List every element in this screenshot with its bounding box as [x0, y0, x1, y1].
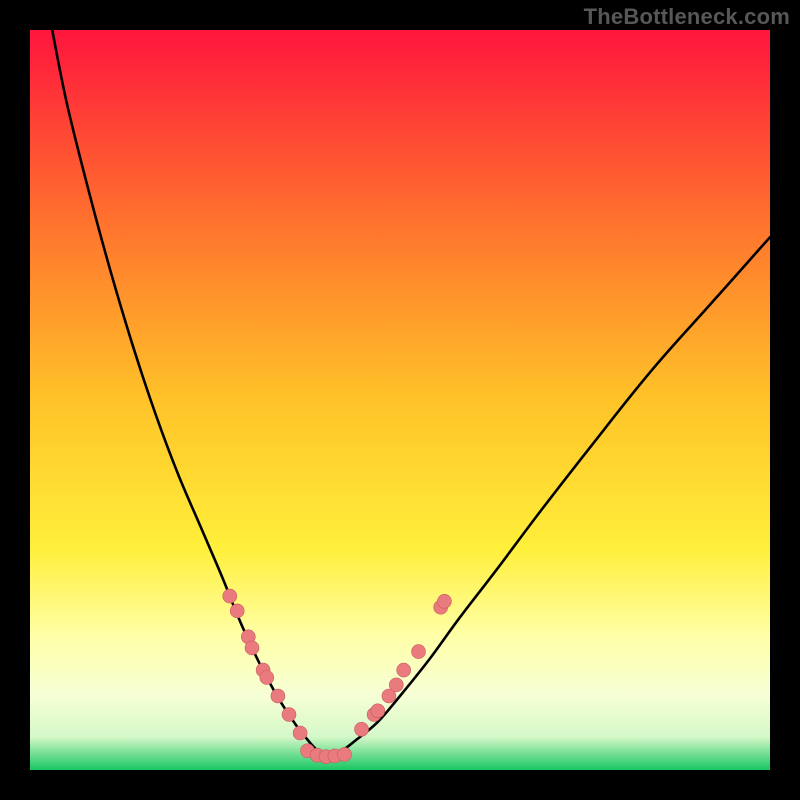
- attribution-label: TheBottleneck.com: [584, 4, 790, 30]
- data-dot: [230, 604, 244, 618]
- data-dot: [260, 671, 274, 685]
- data-dot: [437, 594, 451, 608]
- data-dot: [389, 678, 403, 692]
- data-dot: [371, 704, 385, 718]
- data-dot: [412, 645, 426, 659]
- gradient-background: [30, 30, 770, 770]
- data-dot: [338, 747, 352, 761]
- chart-container: TheBottleneck.com: [0, 0, 800, 800]
- data-dot: [397, 663, 411, 677]
- data-dot: [293, 726, 307, 740]
- data-dot: [282, 708, 296, 722]
- chart-svg: [30, 30, 770, 770]
- data-dot: [245, 641, 259, 655]
- plot-area: [30, 30, 770, 770]
- data-dot: [223, 589, 237, 603]
- data-dot: [271, 689, 285, 703]
- data-dot: [355, 722, 369, 736]
